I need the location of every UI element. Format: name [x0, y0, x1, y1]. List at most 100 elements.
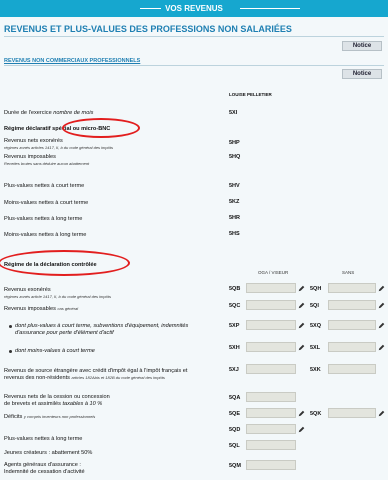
row-label: dont moins-values à court terme: [15, 348, 95, 354]
input-5qc[interactable]: [246, 300, 296, 310]
row-label: Plus-values nettes à long terme: [4, 216, 83, 222]
input-5qd[interactable]: [246, 424, 296, 434]
row-label: Indemnité de cessation d'activité: [4, 469, 85, 475]
code-5hv: 5HV: [229, 183, 240, 189]
code-5qd: 5QD: [229, 427, 241, 433]
input-5xj[interactable]: [246, 364, 296, 374]
input-5xp[interactable]: [246, 320, 296, 330]
code-5qm: 5QM: [229, 463, 241, 469]
header-title: VOS REVENUS: [161, 4, 227, 13]
pencil-icon[interactable]: [378, 410, 385, 417]
row-label: Moins-values nettes à court terme: [4, 200, 89, 206]
input-5qh[interactable]: [328, 283, 376, 293]
code-5hr: 5HR: [229, 215, 241, 221]
pencil-icon[interactable]: [298, 426, 305, 433]
pencil-icon[interactable]: [378, 322, 385, 329]
pencil-icon[interactable]: [298, 410, 305, 417]
row-label: Revenus exonérés: [4, 287, 51, 293]
pencil-icon[interactable]: [378, 302, 385, 309]
bullet-icon: [9, 325, 12, 328]
row-label-text: de brevets et assimilés: [4, 401, 63, 407]
pencil-icon[interactable]: [298, 302, 305, 309]
person-name: LOUISE PELLETIER: [229, 92, 272, 97]
code-5xl: 5XL: [310, 345, 321, 351]
code-5hq: 5HQ: [229, 154, 241, 160]
pencil-icon[interactable]: [298, 344, 305, 351]
row-label: Plus-values nettes à court terme: [4, 183, 85, 189]
row-label-text: Déficits: [4, 414, 24, 420]
code-5qa: 5QA: [229, 395, 241, 401]
notice-button[interactable]: Notice: [342, 41, 382, 51]
row-label: Revenus de source étrangère avec crédit …: [4, 368, 188, 374]
code-5qe: 5QE: [229, 411, 241, 417]
row-label-small: articles 182Abis et 182B du code général…: [71, 375, 165, 380]
code-5qi: 5QI: [310, 303, 319, 309]
row-label: Revenus imposables: [4, 154, 56, 160]
row-sublabel: Recettes brutes sans déduire aucun abatt…: [4, 161, 90, 166]
code-5xk: 5XK: [310, 367, 321, 373]
section-heading-bnc: REVENUS NON COMMERCIAUX PROFESSIONNELS: [4, 58, 141, 64]
code-5qb: 5QB: [229, 286, 241, 292]
divider: [4, 65, 384, 66]
banner-divider-right: [240, 8, 300, 9]
row-label-italic: cas général: [57, 306, 79, 311]
row-label-text: Revenus imposables: [4, 306, 56, 312]
row-label: revenus des non-résidents articles 182Ab…: [4, 375, 165, 382]
row-label: Plus-values nettes à long terme: [4, 436, 83, 442]
row-label: d'assurance pour perte d'élément d'actif: [15, 330, 114, 336]
input-5xk[interactable]: [328, 364, 376, 374]
row-label: Jeunes créateurs : abattement 50%: [4, 450, 93, 456]
input-5qm[interactable]: [246, 460, 296, 470]
code-5qh: 5QH: [310, 286, 322, 292]
pencil-icon[interactable]: [378, 344, 385, 351]
divider: [4, 36, 384, 37]
row-label: Déficits y compris inventeurs non profes…: [4, 414, 95, 421]
code-5xp: 5XP: [229, 323, 240, 329]
code-5kz: 5KZ: [229, 199, 240, 205]
input-5qb[interactable]: [246, 283, 296, 293]
bullet-icon: [9, 350, 12, 353]
pencil-icon[interactable]: [298, 322, 305, 329]
row-label: Moins-values nettes à long terme: [4, 232, 87, 238]
row-label: de brevets et assimilés taxables à 10 %: [4, 401, 102, 408]
col-header-sans: SANS: [342, 270, 355, 275]
row-label-small: y compris inventeurs non professionnels: [23, 414, 96, 419]
input-5xq[interactable]: [328, 320, 376, 330]
input-5qe[interactable]: [246, 408, 296, 418]
input-5xh[interactable]: [246, 342, 296, 352]
input-5ql[interactable]: [246, 440, 296, 450]
input-5xl[interactable]: [328, 342, 376, 352]
code-5qc: 5QC: [229, 303, 241, 309]
code-5xj: 5XJ: [229, 367, 239, 373]
row-label: Agents généraux d'assurance :: [4, 462, 81, 468]
code-5xi: 5XI: [229, 110, 238, 116]
pencil-icon[interactable]: [298, 285, 305, 292]
red-circle-annotation: [62, 118, 140, 138]
input-5qi[interactable]: [328, 300, 376, 310]
pencil-icon[interactable]: [378, 285, 385, 292]
duree-label-italic: nombre de mois: [53, 110, 94, 116]
header-banner: VOS REVENUS: [0, 0, 388, 17]
row-label: Revenus nets exonérés: [4, 138, 63, 144]
row-sublabel: régimes zonés article 1417, II, b du cod…: [4, 294, 111, 299]
col-header-oga: OGA / VISEUR: [258, 270, 289, 275]
row-sublabel: régimes zonés articles 1417, II, b du co…: [4, 145, 113, 150]
input-5qa[interactable]: [246, 392, 296, 402]
code-5xq: 5XQ: [310, 323, 322, 329]
code-5hs: 5HS: [229, 231, 240, 237]
code-5ql: 5QL: [229, 443, 240, 449]
duree-label-text: Durée de l'exercice: [4, 110, 54, 116]
code-5hp: 5HP: [229, 140, 240, 146]
input-5qk[interactable]: [328, 408, 376, 418]
red-circle-annotation: [0, 250, 130, 276]
notice-button[interactable]: Notice: [342, 69, 382, 79]
row-label: Revenus imposables cas général: [4, 306, 78, 313]
duree-label: Durée de l'exercice nombre de mois: [4, 110, 93, 117]
row-label-text: revenus des non-résidents: [4, 375, 72, 381]
row-label: Revenus nets de la cession ou concession: [4, 394, 110, 400]
code-5qk: 5QK: [310, 411, 322, 417]
code-5xh: 5XH: [229, 345, 240, 351]
page-title: REVENUS ET PLUS-VALUES DES PROFESSIONS N…: [4, 24, 292, 34]
row-label-italic: taxables à 10 %: [62, 401, 103, 407]
row-label: dont plus-values à court terme, subventi…: [15, 323, 189, 329]
